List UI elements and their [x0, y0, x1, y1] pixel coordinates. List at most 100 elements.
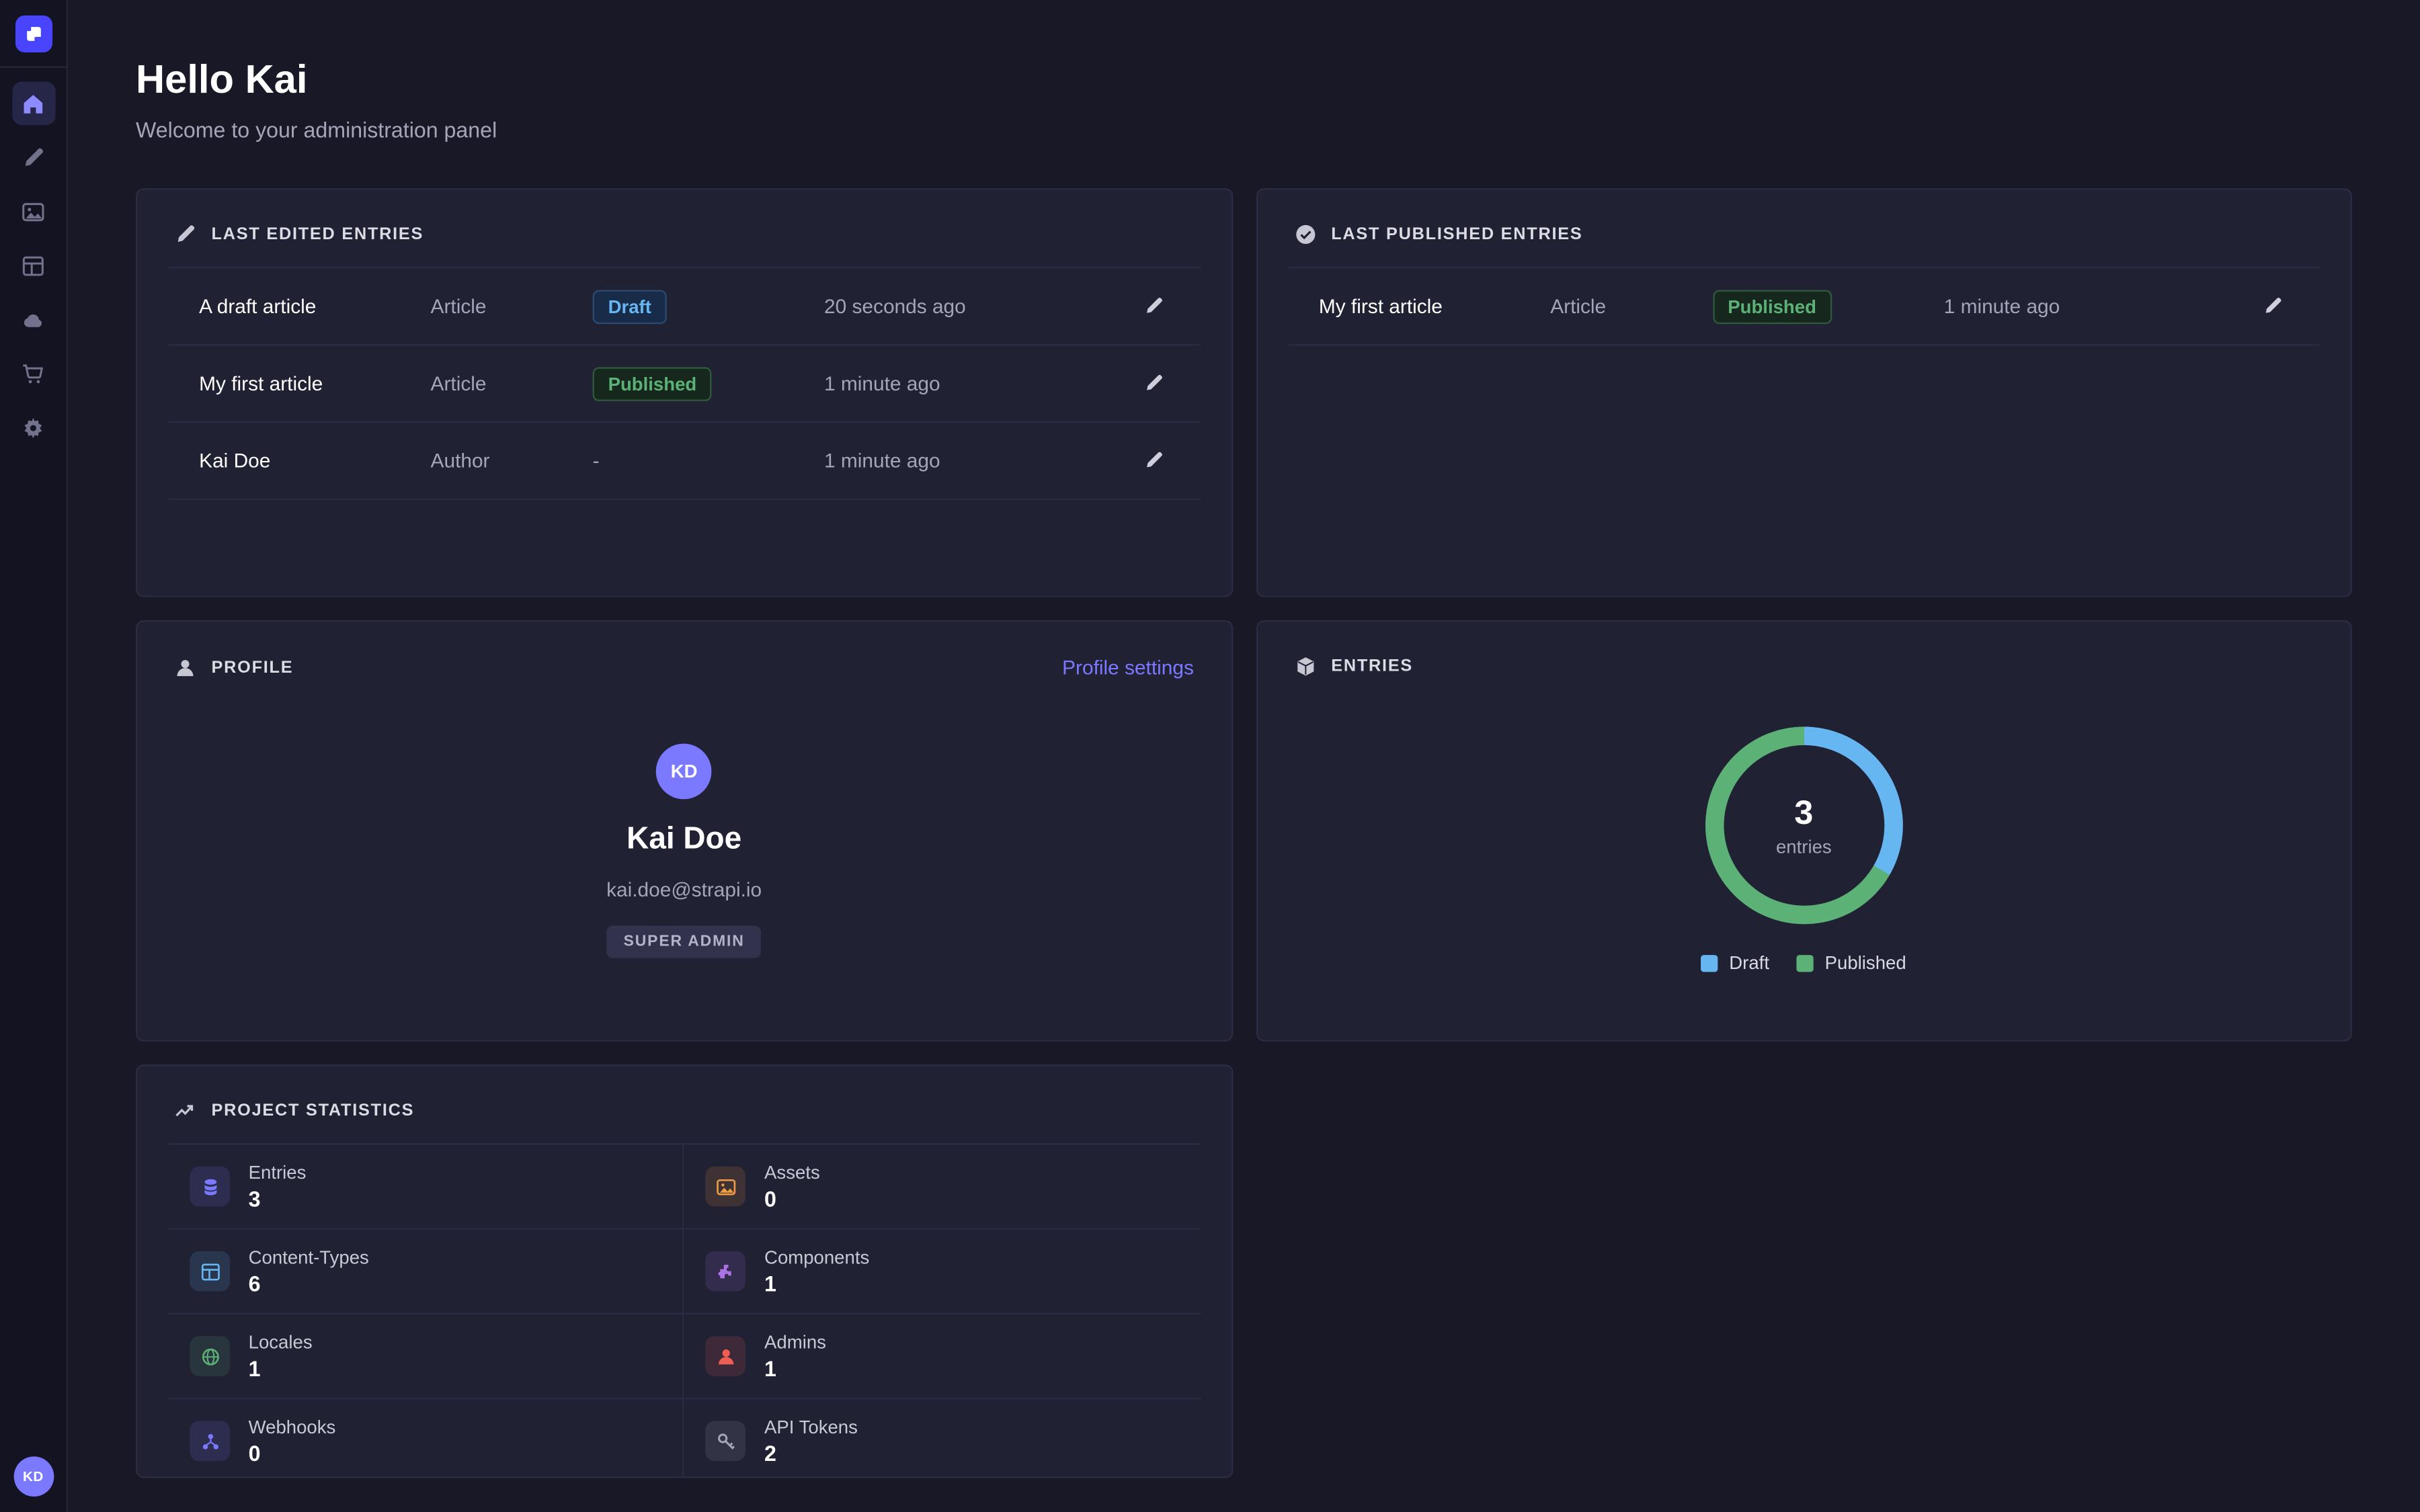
donut-center: 3 entries	[1705, 726, 1902, 924]
profile-settings-link[interactable]: Profile settings	[1062, 656, 1194, 679]
pencil-icon	[1143, 296, 1163, 317]
sidebar-item-cloud[interactable]	[11, 298, 54, 341]
profile-panel: PROFILE Profile settings KD Kai Doe kai.…	[136, 620, 1232, 1042]
stat-value: 1	[764, 1356, 826, 1381]
nodes-icon	[190, 1421, 230, 1462]
profile-body: KD Kai Doe kai.doe@strapi.io SUPER ADMIN	[137, 679, 1231, 958]
pencil-icon	[1143, 374, 1163, 394]
stat-label: Webhooks	[249, 1417, 336, 1438]
last-published-table: My first article Article Published 1 min…	[1288, 267, 2320, 345]
stat-value: 3	[249, 1187, 307, 1212]
profile-initials: KD	[671, 761, 698, 782]
last-edited-entries-panel: LAST EDITED ENTRIES A draft article Arti…	[136, 188, 1232, 597]
edit-entry-button[interactable]	[1137, 290, 1169, 323]
project-statistics-header: PROJECT STATISTICS	[137, 1100, 1231, 1122]
stat-value: 6	[249, 1271, 369, 1296]
page-title: Hello Kai	[136, 56, 2352, 103]
stat-content-types: Content-Types6	[168, 1230, 684, 1314]
last-published-header: LAST PUBLISHED ENTRIES	[1257, 224, 2351, 245]
entry-type: Article	[431, 372, 593, 394]
sidebar-user-avatar[interactable]: KD	[13, 1456, 54, 1497]
entries-donut: 3 entries	[1705, 726, 1902, 924]
entries-header: ENTRIES	[1257, 656, 2351, 677]
database-icon	[190, 1167, 230, 1207]
stat-assets: Assets0	[684, 1145, 1200, 1230]
status-badge-draft: Draft	[593, 289, 667, 323]
stat-label: Assets	[764, 1162, 820, 1183]
last-published-entries-panel: LAST PUBLISHED ENTRIES My first article …	[1256, 188, 2352, 597]
person-icon	[706, 1336, 746, 1376]
legend-item-draft: Draft	[1701, 952, 1769, 974]
sidebar: KD	[0, 0, 68, 1512]
entry-name: Kai Doe	[199, 449, 430, 472]
profile-email: kai.doe@strapi.io	[137, 878, 1231, 900]
sidebar-item-home[interactable]	[11, 82, 54, 125]
sidebar-item-marketplace[interactable]	[11, 351, 54, 394]
entries-legend: Draft Published	[1701, 952, 1906, 974]
entry-name: A draft article	[199, 295, 430, 318]
entry-time: 1 minute ago	[824, 372, 1113, 394]
pen-icon	[22, 146, 44, 169]
entries-body: 3 entries Draft Published	[1257, 677, 2351, 974]
project-statistics-panel: PROJECT STATISTICS Entries 3 Assets0 Cont…	[136, 1064, 1232, 1478]
entries-total: 3	[1794, 793, 1813, 833]
legend-item-published: Published	[1797, 952, 1906, 974]
page-subtitle: Welcome to your administration panel	[136, 117, 2352, 142]
pencil-icon	[2263, 296, 2283, 317]
picture-icon	[706, 1167, 746, 1207]
edit-entry-button[interactable]	[1137, 367, 1169, 399]
check-circle-icon	[1294, 224, 1316, 245]
entry-time: 1 minute ago	[1944, 295, 2233, 318]
cart-icon	[22, 362, 44, 384]
dashboard-grid: LAST EDITED ENTRIES A draft article Arti…	[136, 188, 2352, 1478]
entry-type: Author	[431, 449, 593, 472]
stat-components: Components 1	[684, 1230, 1200, 1314]
entry-status: Published	[593, 366, 824, 401]
stat-label: API Tokens	[764, 1417, 858, 1438]
sidebar-item-content-type-builder[interactable]	[11, 244, 54, 287]
trend-up-icon	[174, 1100, 196, 1122]
sidebar-item-media-library[interactable]	[11, 190, 54, 233]
entries-panel: ENTRIES 3 entries Draft	[1256, 620, 2352, 1042]
entry-time: 20 seconds ago	[824, 295, 1113, 318]
layout-icon	[22, 254, 44, 277]
layout-icon	[190, 1251, 230, 1292]
edit-entry-button[interactable]	[2257, 290, 2289, 323]
stat-admins: Admins1	[684, 1314, 1200, 1399]
edit-entry-button[interactable]	[1137, 444, 1169, 476]
published-swatch	[1797, 954, 1814, 971]
stat-label: Entries	[249, 1162, 307, 1183]
profile-header: PROFILE Profile settings	[137, 656, 1231, 679]
panel-title: LAST PUBLISHED ENTRIES	[1331, 225, 1582, 244]
puzzle-icon	[706, 1251, 746, 1292]
key-icon	[706, 1421, 746, 1462]
entry-status: -	[593, 449, 824, 472]
last-edited-table: A draft article Article Draft 20 seconds…	[168, 267, 1200, 500]
main-content: Hello Kai Welcome to your administration…	[68, 0, 2420, 1512]
draft-swatch	[1701, 954, 1718, 971]
sidebar-item-settings[interactable]	[11, 406, 54, 449]
last-edited-header: LAST EDITED ENTRIES	[137, 224, 1231, 245]
role-badge: SUPER ADMIN	[606, 926, 762, 958]
panel-title: PROFILE	[212, 658, 294, 677]
stat-label: Components	[764, 1247, 869, 1268]
empty-grid-cell	[1256, 1064, 2352, 1478]
entry-type: Article	[1550, 295, 1712, 318]
strapi-logo[interactable]	[0, 0, 67, 67]
stat-value: 1	[764, 1271, 869, 1296]
sidebar-spacer	[0, 449, 67, 1456]
profile-avatar: KD	[656, 744, 712, 800]
entry-status: Published	[1712, 289, 1943, 323]
entry-row: A draft article Article Draft 20 seconds…	[168, 268, 1200, 345]
stat-api-tokens: API Tokens2	[684, 1399, 1200, 1478]
home-icon	[22, 92, 44, 115]
pencil-icon	[1143, 450, 1163, 470]
stats-table: Entries 3 Assets0 Content-Types6 Componen…	[168, 1143, 1200, 1478]
panel-title: ENTRIES	[1331, 657, 1413, 676]
cloud-icon	[22, 308, 44, 331]
pencil-icon	[174, 224, 196, 245]
sidebar-item-content-manager[interactable]	[11, 136, 54, 179]
panel-title: PROJECT STATISTICS	[212, 1101, 415, 1120]
gear-icon	[22, 416, 44, 439]
entry-row: My first article Article Published 1 min…	[1288, 268, 2320, 345]
